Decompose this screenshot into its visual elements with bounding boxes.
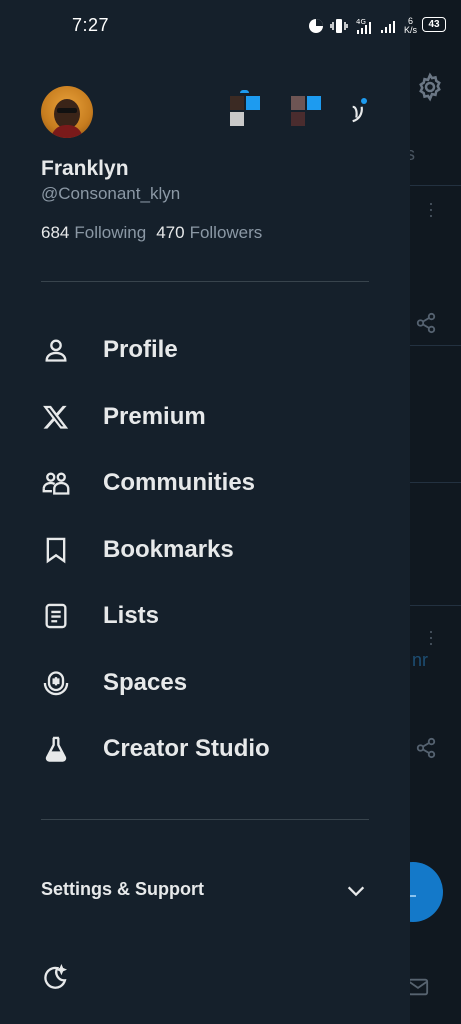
followers-label: Followers bbox=[189, 223, 263, 242]
signal-4g-icon: 4G bbox=[356, 18, 371, 34]
vibrate-icon bbox=[330, 19, 348, 33]
background-divider bbox=[410, 482, 461, 483]
svg-text:4G: 4G bbox=[356, 18, 366, 26]
menu-item-profile[interactable]: Profile bbox=[0, 322, 410, 378]
menu-item-premium[interactable]: Premium bbox=[0, 389, 410, 445]
signal-icon bbox=[381, 21, 395, 33]
menu-item-communities[interactable]: Communities bbox=[0, 455, 410, 511]
spaces-icon bbox=[43, 671, 69, 696]
menu-label: Premium bbox=[103, 403, 206, 430]
battery-indicator: 43 bbox=[422, 17, 446, 32]
moon-icon[interactable] bbox=[41, 964, 69, 992]
following-count: 684 bbox=[41, 223, 70, 242]
more-icon[interactable]: · · · bbox=[428, 194, 442, 224]
settings-support-toggle[interactable]: Settings & Support bbox=[0, 870, 410, 910]
share-icon[interactable] bbox=[415, 312, 437, 334]
followers-count: 470 bbox=[156, 223, 185, 242]
person-icon bbox=[45, 339, 67, 362]
share-icon[interactable] bbox=[415, 737, 437, 759]
menu-label: Lists bbox=[103, 602, 160, 629]
settings-support-label: Settings & Support bbox=[41, 879, 204, 899]
status-time: 7:27 bbox=[72, 15, 110, 35]
menu-label: Creator Studio bbox=[103, 735, 270, 762]
background-divider bbox=[410, 605, 461, 606]
status-icons: 4G 6 K/s bbox=[308, 14, 417, 38]
follow-stats: 684 Following 470 Followers bbox=[41, 223, 262, 243]
navigation-drawer: Franklyn @Consonant_klyn 684 Following 47… bbox=[0, 0, 410, 1024]
switch-account-avatar[interactable] bbox=[291, 96, 321, 126]
following-link[interactable]: 684 Following bbox=[41, 223, 146, 243]
bookmark-icon bbox=[46, 537, 66, 564]
background-link-text: nr bbox=[412, 650, 429, 670]
profile-handle: @Consonant_klyn bbox=[41, 184, 181, 203]
list-icon bbox=[45, 603, 67, 629]
switch-account-avatar[interactable] bbox=[350, 96, 380, 126]
switch-account-avatar[interactable] bbox=[230, 90, 260, 126]
gear-icon[interactable] bbox=[415, 72, 445, 102]
background-divider bbox=[410, 185, 461, 186]
menu-label: Spaces bbox=[103, 669, 188, 696]
menu-item-creator-studio[interactable]: Creator Studio bbox=[0, 721, 410, 777]
data-usage-icon bbox=[309, 19, 323, 33]
more-icon[interactable]: · · · bbox=[428, 622, 442, 652]
menu-label: Communities bbox=[103, 469, 256, 496]
x-logo-icon bbox=[43, 405, 69, 429]
following-label: Following bbox=[74, 223, 147, 242]
communities-icon bbox=[42, 472, 70, 495]
background-divider bbox=[410, 345, 461, 346]
divider bbox=[41, 819, 369, 820]
menu-item-lists[interactable]: Lists bbox=[0, 588, 410, 644]
menu-item-bookmarks[interactable]: Bookmarks bbox=[0, 522, 410, 578]
menu-item-spaces[interactable]: Spaces bbox=[0, 655, 410, 711]
profile-name[interactable]: Franklyn bbox=[41, 157, 129, 181]
menu-label: Profile bbox=[103, 336, 178, 363]
menu-label: Bookmarks bbox=[103, 536, 234, 563]
divider bbox=[41, 281, 369, 282]
flask-icon bbox=[45, 736, 67, 762]
network-speed: 6 K/s bbox=[404, 16, 418, 35]
chevron-down-icon bbox=[347, 886, 365, 897]
followers-link[interactable]: 470 Followers bbox=[156, 223, 262, 243]
status-bar: 7:27 4G 6 K/s 43 bbox=[0, 0, 461, 50]
avatar[interactable] bbox=[41, 86, 93, 138]
